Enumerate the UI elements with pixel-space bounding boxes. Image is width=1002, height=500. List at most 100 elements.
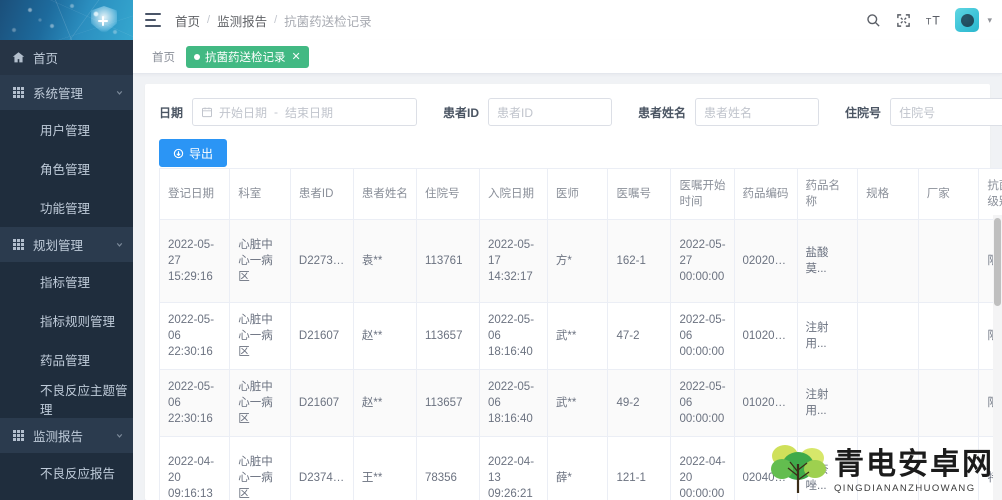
- sidebar-submenu-planning-management: 指标管理 指标规则管理 药品管理 不良反应主题管理: [0, 262, 133, 418]
- table-row[interactable]: 2022-05-06 22:30:16 心脏中心一病区 D21607 赵** 11365…: [158, 369, 1002, 437]
- cell-value: 赵**: [361, 330, 383, 342]
- table-cell-patient_id: D237435: [290, 436, 354, 500]
- table-header-cell-doctor[interactable]: 医师: [547, 168, 609, 220]
- cell-value: 113657: [424, 330, 463, 342]
- sidebar: 首页 系统管理 用户管理 角色管理 功能管理 规划管理 指标管理 指标规则管理 …: [0, 0, 133, 500]
- grid-icon: [11, 429, 25, 443]
- download-icon: [173, 148, 184, 159]
- table-cell-drug_name: 注射用...: [797, 369, 859, 437]
- table-header-cell-drug_name[interactable]: 药品名称: [797, 168, 859, 220]
- sidebar-group-planning-management[interactable]: 规划管理: [0, 227, 133, 262]
- calendar-icon: [201, 106, 213, 118]
- table-cell-reg_date: 2022-05-27 15:29:16: [158, 219, 231, 303]
- sidebar-group-monitoring-report[interactable]: 监测报告: [0, 418, 133, 453]
- cell-value: 2022-04-20 00:00:00: [679, 456, 726, 500]
- table-cell-drug_code: 0102015IJ1: [734, 369, 798, 437]
- tab-home[interactable]: 首页: [145, 46, 182, 68]
- cell-value: 心脏中心一病区: [238, 314, 273, 358]
- tab-antibiotic-submission-record[interactable]: 抗菌药送检记录 ✕: [186, 45, 309, 68]
- date-range-input[interactable]: 开始日期 - 结束日期: [192, 98, 418, 126]
- table-row[interactable]: 2022-05-27 15:29:16 心脏中心一病区 D227305 袁** 1137…: [158, 219, 1002, 303]
- table-header-cell-drug_code[interactable]: 药品编码: [734, 168, 798, 220]
- table-header-cell-order_no[interactable]: 医嘱号: [607, 168, 672, 220]
- table-cell-spec: [857, 369, 919, 437]
- table-cell-order_no: 121-1: [607, 436, 672, 500]
- breadcrumb-item-monitoring-report[interactable]: 监测报告: [217, 11, 267, 30]
- admission-no-input[interactable]: 住院号: [890, 98, 1002, 126]
- table-cell-manufacturer: [918, 302, 980, 370]
- hamburger-line: [145, 19, 156, 21]
- patient-name-input[interactable]: 患者姓名: [695, 98, 820, 126]
- sidebar-item-function-management[interactable]: 功能管理: [0, 188, 133, 227]
- sidebar-item-indicator-management[interactable]: 指标管理: [0, 262, 133, 301]
- sidebar-item-adr-report[interactable]: 不良反应报告: [0, 453, 133, 492]
- filter-bar: 日期 开始日期 - 结束日期 患者ID 患者ID 患者姓名 患者姓名 住院号 住…: [159, 96, 1002, 128]
- cell-value: 2022-05-06 22:30:16: [168, 314, 215, 358]
- chevron-down-icon[interactable]: ▾: [987, 15, 992, 26]
- sidebar-item-drug-management[interactable]: 药品管理: [0, 340, 133, 379]
- sidebar-group-system-management[interactable]: 系统管理: [0, 75, 133, 110]
- navbar-actions: TT ▾: [865, 8, 992, 32]
- vertical-scrollbar[interactable]: [993, 215, 1002, 500]
- font-size-icon[interactable]: TT: [925, 12, 941, 28]
- table-cell-drug_code: 0204016TA1: [734, 436, 798, 500]
- table-cell-manufacturer: [918, 436, 980, 500]
- sidebar-group-label: 监测报告: [33, 430, 84, 444]
- sidebar-item-label: 功能管理: [40, 202, 91, 216]
- table-cell-doctor: 武**: [547, 302, 609, 370]
- cell-value: 2022-05-06 00:00:00: [679, 381, 726, 425]
- table-cell-dept: 心脏中心一病区: [229, 302, 291, 370]
- sidebar-item-label: 不良反应主题管理: [40, 383, 128, 417]
- sidebar-logo-banner: [0, 0, 133, 40]
- table-row[interactable]: 2022-05-06 22:30:16 心脏中心一病区 D21607 赵** 11365…: [158, 302, 1002, 370]
- table-cell-reg_date: 2022-05-06 22:30:16: [158, 369, 231, 437]
- sidebar-item-home[interactable]: 首页: [0, 40, 133, 75]
- table-header-cell-abx_level[interactable]: 抗菌药级别: [978, 168, 1002, 220]
- cell-value: 袁**: [361, 255, 383, 267]
- table-row[interactable]: 2022-04-20 09:16:13 心脏中心一病区 D237435 王** 7835…: [158, 436, 1002, 500]
- table-header-cell-manufacturer[interactable]: 厂家: [918, 168, 980, 220]
- export-button-label: 导出: [189, 146, 214, 161]
- table-header-cell-patient_name[interactable]: 患者姓名: [353, 168, 417, 220]
- hamburger-icon[interactable]: [145, 13, 161, 27]
- table-cell-doctor: 薛*: [547, 436, 609, 500]
- content-panel: 日期 开始日期 - 结束日期 患者ID 患者ID 患者姓名 患者姓名 住院号 住…: [145, 84, 1002, 500]
- breadcrumb-item-current: 抗菌药送检记录: [284, 14, 372, 29]
- fullscreen-icon[interactable]: [895, 12, 911, 28]
- cell-value: 王**: [361, 472, 383, 484]
- table-cell-dept: 心脏中心一病区: [229, 369, 291, 437]
- cell-value: 心脏中心一病区: [238, 381, 273, 425]
- cell-value: 武**: [555, 397, 577, 409]
- sidebar-item-monitoring-task-management[interactable]: 监测任务管理: [0, 492, 133, 500]
- sidebar-item-indicator-rule-management[interactable]: 指标规则管理: [0, 301, 133, 340]
- table-header-cell-admission_no[interactable]: 住院号: [416, 168, 480, 220]
- breadcrumb-item-home[interactable]: 首页: [175, 11, 200, 30]
- table-cell-manufacturer: [918, 219, 980, 303]
- table-cell-order_start: 2022-05-06 00:00:00: [670, 369, 735, 437]
- cell-value: 0202016TA0: [742, 255, 789, 267]
- scrollbar-thumb[interactable]: [994, 218, 1001, 306]
- sidebar-item-user-management[interactable]: 用户管理: [0, 110, 133, 149]
- plus-icon: [98, 16, 108, 26]
- table-header-label: 药品编码: [742, 188, 789, 200]
- export-button[interactable]: 导出: [159, 139, 228, 167]
- close-icon[interactable]: ✕: [292, 50, 301, 63]
- table-header-cell-order_start[interactable]: 医嘱开始时间: [670, 168, 735, 220]
- table-cell-doctor: 武**: [547, 369, 609, 437]
- table-cell-drug_name: 利奈唑...: [797, 436, 859, 500]
- table-cell-drug_code: 0102015IJ1: [734, 302, 798, 370]
- table-wrapper: 登记日期 科室 患者ID 患者姓名 住院号 入院日期 医师 医嘱号 医嘱开始时间 药品编码 药品名称…: [158, 168, 1002, 500]
- table-header-cell-dept[interactable]: 科室: [229, 168, 291, 220]
- sidebar-item-adr-topic-management[interactable]: 不良反应主题管理: [0, 379, 133, 418]
- table-header-cell-patient_id[interactable]: 患者ID: [290, 168, 354, 220]
- patient-id-input[interactable]: 患者ID: [488, 98, 613, 126]
- search-icon[interactable]: [865, 12, 881, 28]
- sidebar-item-label: 首页: [33, 52, 59, 66]
- table-header-cell-reg_date[interactable]: 登记日期: [158, 168, 231, 220]
- sidebar-item-role-management[interactable]: 角色管理: [0, 149, 133, 188]
- table-header-cell-adm_date[interactable]: 入院日期: [479, 168, 548, 220]
- cell-value: 0102015IJ1: [742, 330, 789, 342]
- table-cell-patient_name: 赵**: [353, 302, 417, 370]
- table-header-cell-spec[interactable]: 规格: [857, 168, 919, 220]
- avatar[interactable]: [955, 8, 980, 32]
